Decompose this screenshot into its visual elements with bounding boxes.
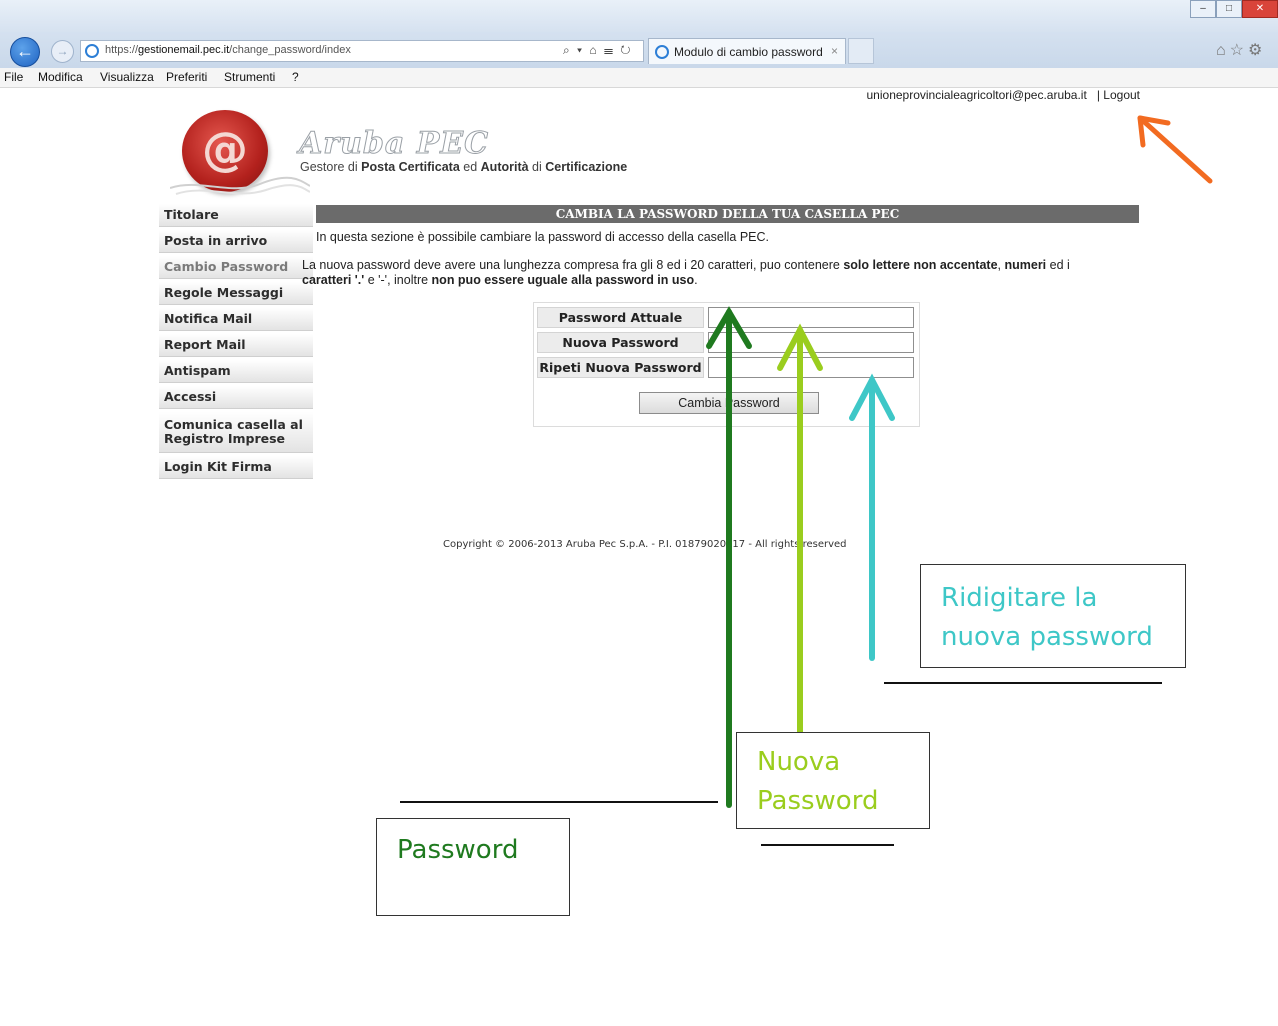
password-rules-text: La nuova password deve avere una lunghez… [302,258,1122,288]
sidebar-item-posta-in-arrivo[interactable]: Posta in arrivo [159,230,313,253]
annotation-box-new: Nuova Password [736,732,930,829]
rules-text: . [694,273,698,287]
tab-close-icon[interactable]: × [831,44,838,58]
new-password-label: Nuova Password [537,332,704,353]
url-scheme: https:// [105,44,139,56]
sidebar-nav: Titolare Posta in arrivo Cambio Password… [159,204,313,482]
menu-visualizza[interactable]: Visualizza [100,70,154,84]
sidebar-item-notifica-mail[interactable]: Notifica Mail [159,308,313,331]
rules-bold: caratteri '.' [302,273,365,287]
subtitle-part: di [528,160,546,174]
annotation-text: nuova password [941,622,1153,652]
annotation-text: Password [397,835,519,865]
url-path: /change_password/index [229,44,351,56]
current-password-field[interactable] [708,307,914,328]
new-password-field[interactable] [708,332,914,353]
sidebar-item-accessi[interactable]: Accessi [159,386,313,409]
window-titlebar [0,0,1278,32]
back-arrow-icon[interactable]: ← [10,37,40,67]
menu-modifica[interactable]: Modifica [38,70,83,84]
sidebar-item-label: Comunica casella al [164,417,303,432]
user-email: unioneprovincialeagricoltori@pec.aruba.i… [866,88,1087,102]
logo-at-symbol: @ [202,122,248,176]
address-bar[interactable]: https://gestionemail.pec.it/change_passw… [80,40,644,62]
sidebar-item-titolare[interactable]: Titolare [159,204,313,227]
user-bar-separator: | [1096,88,1100,102]
sidebar-item-label: Registro Imprese [164,431,286,446]
section-title: CAMBIA LA PASSWORD DELLA TUA CASELLA PEC [316,205,1139,223]
annotation-box-password: Password [376,818,570,916]
ie-tab-icon [655,45,669,59]
sidebar-item-regole-messaggi[interactable]: Regole Messaggi [159,282,313,305]
rules-text: ed i [1046,258,1070,272]
url-host: gestionemail.pec.it [138,44,230,56]
annotation-text: Nuova [757,747,841,777]
change-password-button[interactable]: Cambia Password [639,392,819,414]
home-favorites-settings-icon[interactable]: ⌂☆⚙ [1216,40,1266,60]
annotation-text: Password [757,786,879,816]
sidebar-item-login-kit-firma[interactable]: Login Kit Firma [159,456,313,479]
subtitle-bold: Autorità [480,160,529,174]
rules-bold: non puo essere uguale alla password in u… [431,273,695,287]
tab-title: Modulo di cambio password [674,45,823,59]
subtitle-part: Gestore di [300,160,362,174]
menu-help[interactable]: ? [292,70,299,84]
brand-name: Aruba PEC [298,126,490,162]
rules-bold: numeri [1004,258,1047,272]
menu-bar: File Modifica Visualizza Preferiti Strum… [0,68,1278,88]
address-url: https://gestionemail.pec.it/change_passw… [105,44,351,56]
rules-bold: solo lettere non accentate [843,258,998,272]
address-bar-tools-icon[interactable]: ⌕ ▾ ⌂ ☰ ↻ [563,43,632,58]
rules-text: e '-', inoltre [364,273,432,287]
repeat-password-label: Ripeti Nuova Password [537,357,704,378]
brand-subtitle: Gestore di Posta Certificata ed Autorità… [300,160,627,174]
intro-text: In questa sezione è possibile cambiare l… [316,230,770,244]
menu-preferiti[interactable]: Preferiti [166,70,207,84]
copyright-footer: Copyright © 2006-2013 Aruba Pec S.p.A. -… [443,539,847,550]
browser-tab[interactable]: Modulo di cambio password × [648,38,846,64]
close-window-button[interactable]: ✕ [1242,0,1278,18]
sidebar-item-cambio-password[interactable]: Cambio Password [159,256,313,279]
logout-link[interactable]: Logout [1103,88,1140,102]
change-password-form: Password Attuale Nuova Password Ripeti N… [533,302,920,427]
annotation-text: Ridigitare la [941,583,1098,613]
sidebar-item-antispam[interactable]: Antispam [159,360,313,383]
annotation-box-repeat: Ridigitare la nuova password [920,564,1186,668]
current-password-label: Password Attuale [537,307,704,328]
subtitle-bold: Certificazione [545,160,628,174]
new-tab-button[interactable] [848,38,874,64]
orange-arrow-icon [1137,115,1213,184]
ie-page-icon [85,44,99,58]
logo-swoosh-decoration [170,176,310,195]
minimize-button[interactable]: – [1190,0,1216,18]
menu-file[interactable]: File [4,70,23,84]
window-controls: – □ ✕ [1190,0,1278,18]
sidebar-item-report-mail[interactable]: Report Mail [159,334,313,357]
sidebar-item-comunica-casella[interactable]: Comunica casella al Registro Imprese [159,412,313,453]
repeat-password-field[interactable] [708,357,914,378]
menu-strumenti[interactable]: Strumenti [224,70,275,84]
rules-text: La nuova password deve avere una lunghez… [302,258,844,272]
forward-arrow-icon[interactable]: → [51,40,74,63]
user-bar: unioneprovincialeagricoltori@pec.aruba.i… [867,88,1141,102]
maximize-button[interactable]: □ [1216,0,1242,18]
subtitle-part: ed [459,160,481,174]
subtitle-bold: Posta Certificata [361,160,460,174]
